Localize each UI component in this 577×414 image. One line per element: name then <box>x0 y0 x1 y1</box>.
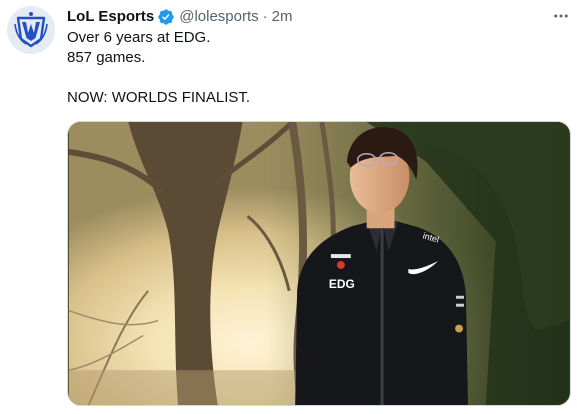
lol-worlds-logo-icon <box>7 6 55 54</box>
tweet-header: LoL Esports @lolesports · 2m <box>67 6 293 28</box>
tweet-text-line: NOW: WORLDS FINALIST. <box>67 89 251 106</box>
more-options-button[interactable] <box>551 8 571 24</box>
tweet-card[interactable]: LoL Esports @lolesports · 2m Over 6 year… <box>0 0 577 414</box>
author-handle[interactable]: @lolesports <box>179 7 258 27</box>
tweet-text-line <box>67 68 557 88</box>
photo-scene: EDG intel <box>68 122 570 405</box>
verified-badge-icon <box>157 8 175 26</box>
more-horizontal-icon <box>554 14 568 18</box>
header-separator: · <box>262 8 268 25</box>
author-avatar[interactable] <box>7 6 55 54</box>
tweet-text: Over 6 years at EDG. 857 games. NOW: WOR… <box>67 28 557 108</box>
tweet-text-line: 857 games. <box>67 49 146 66</box>
author-name[interactable]: LoL Esports <box>67 7 154 27</box>
tweet-text-line: Over 6 years at EDG. <box>67 29 211 46</box>
tweet-timestamp[interactable]: 2m <box>272 7 293 27</box>
jacket-edg-text: EDG <box>329 277 355 291</box>
tweet-photo[interactable]: EDG intel <box>67 121 571 406</box>
